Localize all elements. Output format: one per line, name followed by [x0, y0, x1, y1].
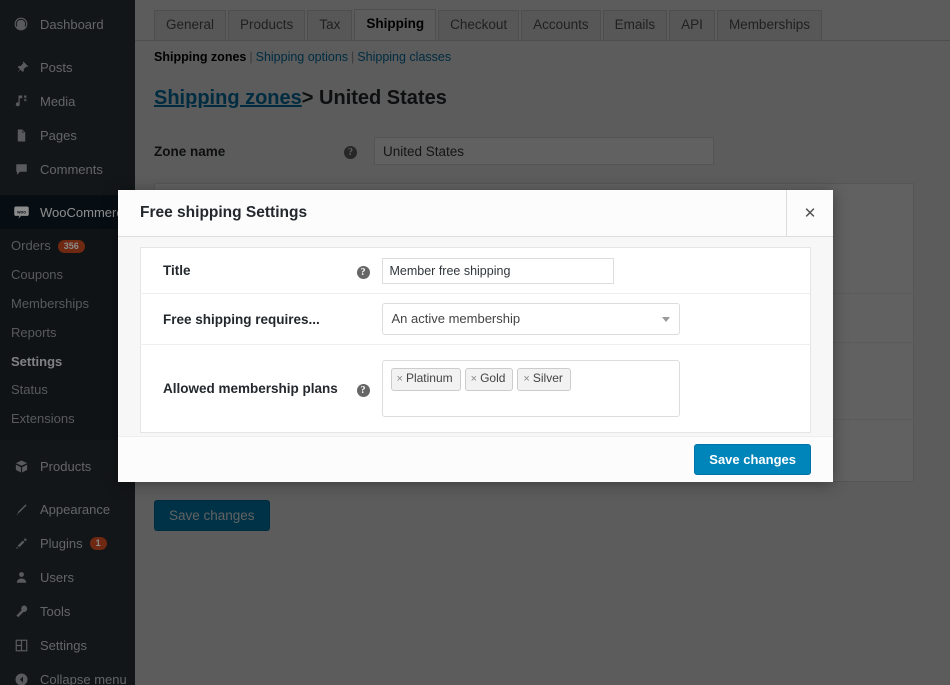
- remove-token-icon[interactable]: ×: [523, 373, 529, 385]
- free-shipping-settings-modal: Free shipping Settings ✕ Title ? Free sh…: [118, 190, 833, 482]
- modal-overlay-sidebar[interactable]: [0, 0, 135, 685]
- plan-token[interactable]: ×Platinum: [391, 368, 461, 391]
- modal-body: Title ? Free shipping requires... An act…: [118, 237, 833, 436]
- title-label: Title: [141, 248, 356, 294]
- modal-footer: Save changes: [118, 436, 833, 481]
- form-row-title: Title ?: [141, 248, 811, 294]
- plan-token[interactable]: × Silver: [517, 368, 570, 391]
- title-field-cell: [382, 248, 811, 294]
- plan-token-label: Platinum: [406, 371, 453, 385]
- plans-help-cell: ?: [356, 345, 382, 433]
- help-icon[interactable]: ?: [357, 266, 370, 279]
- requires-select-value: An active membership: [392, 311, 521, 326]
- screen: GeneralProductsTaxShippingCheckoutAccoun…: [0, 0, 950, 685]
- modal-header: Free shipping Settings ✕: [118, 190, 833, 237]
- remove-token-icon[interactable]: ×: [471, 373, 477, 385]
- form-row-requires: Free shipping requires... An active memb…: [141, 294, 811, 345]
- requires-select[interactable]: An active membership: [382, 303, 680, 335]
- plan-token[interactable]: ×Gold: [465, 368, 514, 391]
- help-icon[interactable]: ?: [357, 384, 370, 397]
- plans-token-input[interactable]: ×Platinum×Gold×Silver: [382, 360, 680, 417]
- plans-label: Allowed membership plans: [141, 345, 356, 433]
- requires-field-cell: An active membership: [382, 294, 811, 345]
- requires-label: Free shipping requires...: [141, 294, 356, 345]
- close-icon[interactable]: ✕: [786, 190, 833, 236]
- chevron-down-icon: [662, 317, 670, 322]
- modal-form: Title ? Free shipping requires... An act…: [140, 247, 811, 433]
- modal-title: Free shipping Settings: [140, 204, 307, 222]
- form-row-plans: Allowed membership plans ? ×Platinum×Gol…: [141, 345, 811, 433]
- plan-token-label: Silver: [533, 371, 563, 385]
- save-changes-button[interactable]: Save changes: [694, 444, 811, 475]
- requires-help-cell: [356, 294, 382, 345]
- title-help-cell: ?: [356, 248, 382, 294]
- plan-token-label: Gold: [480, 371, 505, 385]
- title-input[interactable]: [382, 258, 614, 284]
- plans-field-cell: ×Platinum×Gold×Silver: [382, 345, 811, 433]
- remove-token-icon[interactable]: ×: [397, 373, 403, 385]
